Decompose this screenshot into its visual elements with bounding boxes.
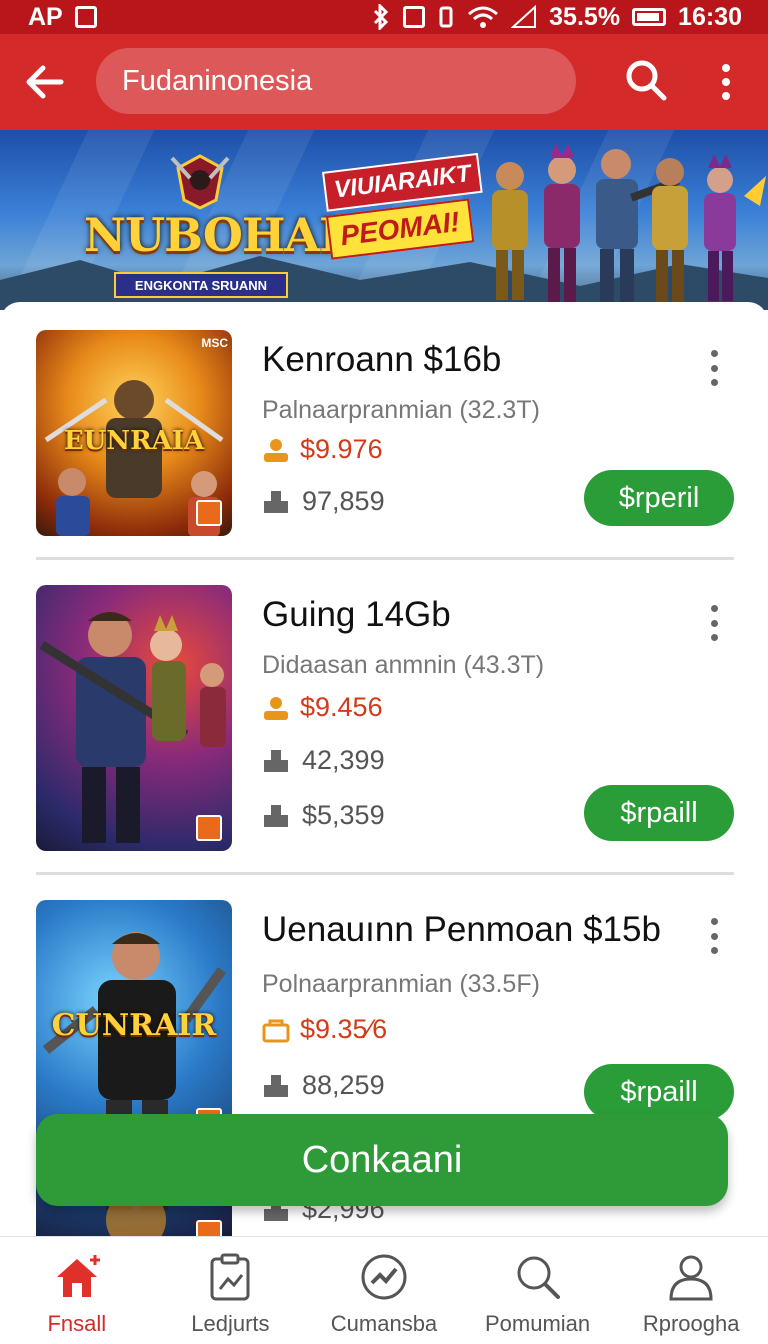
logo-subtitle: ENGKONTA SRUANN	[114, 272, 288, 298]
item-price: $9.35⁄6	[300, 1014, 388, 1044]
stat-row: 97,859	[262, 486, 385, 517]
download-count-icon	[264, 1074, 288, 1097]
search-icon[interactable]	[622, 56, 670, 104]
nav-item-profile[interactable]: Rproogha	[614, 1237, 768, 1344]
back-arrow-icon	[26, 65, 64, 99]
download-count-icon	[264, 749, 288, 772]
stat-row: $5,359	[262, 800, 385, 831]
search-query-text: Fudaninonesia	[122, 64, 313, 97]
app-bar: Fudaninonesia	[0, 34, 768, 130]
thumbnail-art	[39, 612, 226, 843]
item-stat: 42,399	[302, 745, 385, 775]
vibrate-icon	[439, 6, 453, 28]
item-title[interactable]: Uenauınn Penmoan $15b	[262, 910, 661, 950]
item-price: $9.456	[300, 692, 383, 722]
item-stat: $5,359	[302, 800, 385, 830]
status-bar: AP 35.5% 16:30	[0, 0, 768, 34]
game-thumbnail	[36, 585, 232, 851]
alarm-icon	[403, 6, 426, 28]
lock-icon	[196, 815, 222, 841]
clipboard-icon	[210, 1253, 250, 1301]
item-stat: 97,859	[302, 486, 385, 516]
price-row: $9.456	[262, 692, 383, 723]
profile-icon	[669, 1255, 713, 1301]
nav-label: Rproogha	[642, 1311, 740, 1336]
search-bar[interactable]: Fudaninonesia	[96, 48, 576, 114]
stat-row: 42,399	[262, 745, 385, 776]
download-count-icon	[264, 490, 288, 513]
nav-item-home[interactable]: Fnsall	[0, 1237, 154, 1344]
continue-button[interactable]: Conkaani	[36, 1114, 728, 1206]
nav-label: Pomumian	[485, 1311, 591, 1336]
item-subtitle: Polnaarpranmian (33.5F)	[262, 970, 540, 998]
gauge-icon	[361, 1254, 407, 1300]
clock: 16:30	[678, 2, 742, 31]
item-subtitle: Didaasan anmnin (43.3T)	[262, 651, 545, 679]
bottom-navigation: Fnsall Ledjurts Cumansba Pomumian Rproog…	[0, 1236, 768, 1344]
divider	[36, 557, 734, 560]
buy-button[interactable]: $rperil	[584, 470, 734, 526]
thumbnail-title: EUNRAIA	[63, 426, 205, 456]
price-row: $9.35⁄6	[262, 1014, 387, 1045]
logo-title: NUBOHAK	[84, 208, 359, 262]
lock-icon	[196, 500, 222, 526]
stat-row: 88,259	[262, 1070, 385, 1101]
list-item[interactable]: MSC EUNRAIA Kenroann $16b Palnaarpranmia…	[36, 330, 734, 536]
overflow-menu-icon[interactable]	[708, 58, 744, 106]
crest-icon	[170, 154, 230, 210]
lock-icon	[196, 1220, 222, 1236]
notification-icon	[74, 6, 97, 28]
nav-item-gauge[interactable]: Cumansba	[307, 1237, 461, 1344]
bag-icon	[262, 1019, 290, 1042]
item-title[interactable]: Guing 14Gb	[262, 595, 451, 635]
nav-label: Fnsall	[47, 1311, 107, 1336]
banner-heroes-illustration	[492, 144, 766, 307]
item-title[interactable]: Kenroann $16b	[262, 340, 501, 380]
promo-banner[interactable]: NUBOHAK ENGKONTA SRUANN VIUIARAIKT PEOMA…	[0, 130, 768, 310]
thumbnail-tag: MSC	[201, 336, 228, 350]
status-carrier: AP	[28, 2, 63, 31]
nav-label: Cumansba	[330, 1311, 438, 1336]
person-icon	[264, 438, 288, 462]
item-price: $9.976	[300, 434, 383, 464]
buy-button[interactable]: $rpaill	[584, 1064, 734, 1120]
item-menu-icon[interactable]	[704, 350, 724, 386]
item-stat: 88,259	[302, 1070, 385, 1100]
list-item[interactable]: Guing 14Gb Didaasan anmnin (43.3T) $9.45…	[36, 585, 734, 851]
signal-icon	[511, 5, 537, 28]
bluetooth-icon	[374, 4, 389, 30]
divider	[36, 872, 734, 875]
game-logo: NUBOHAK ENGKONTA SRUANN	[84, 150, 359, 300]
nav-label: Ledjurts	[191, 1311, 270, 1336]
buy-button[interactable]: $rpaill	[584, 785, 734, 841]
nav-item-clipboard[interactable]: Ledjurts	[154, 1237, 308, 1344]
back-button[interactable]	[0, 34, 90, 130]
battery-percent: 35.5%	[549, 2, 621, 31]
item-subtitle: Palnaarpranmian (32.3T)	[262, 396, 540, 424]
search-icon	[517, 1256, 560, 1299]
price-row: $9.976	[262, 434, 383, 465]
person-icon	[264, 696, 288, 720]
download-count-icon	[264, 804, 288, 827]
wifi-icon	[468, 6, 499, 28]
nav-item-search[interactable]: Pomumian	[461, 1237, 615, 1344]
item-menu-icon[interactable]	[704, 605, 724, 641]
thumbnail-title: CUNRAIR	[51, 1008, 217, 1043]
home-icon	[56, 1255, 100, 1297]
battery-icon	[632, 8, 667, 26]
game-thumbnail: MSC EUNRAIA	[36, 330, 232, 536]
item-menu-icon[interactable]	[704, 918, 724, 954]
